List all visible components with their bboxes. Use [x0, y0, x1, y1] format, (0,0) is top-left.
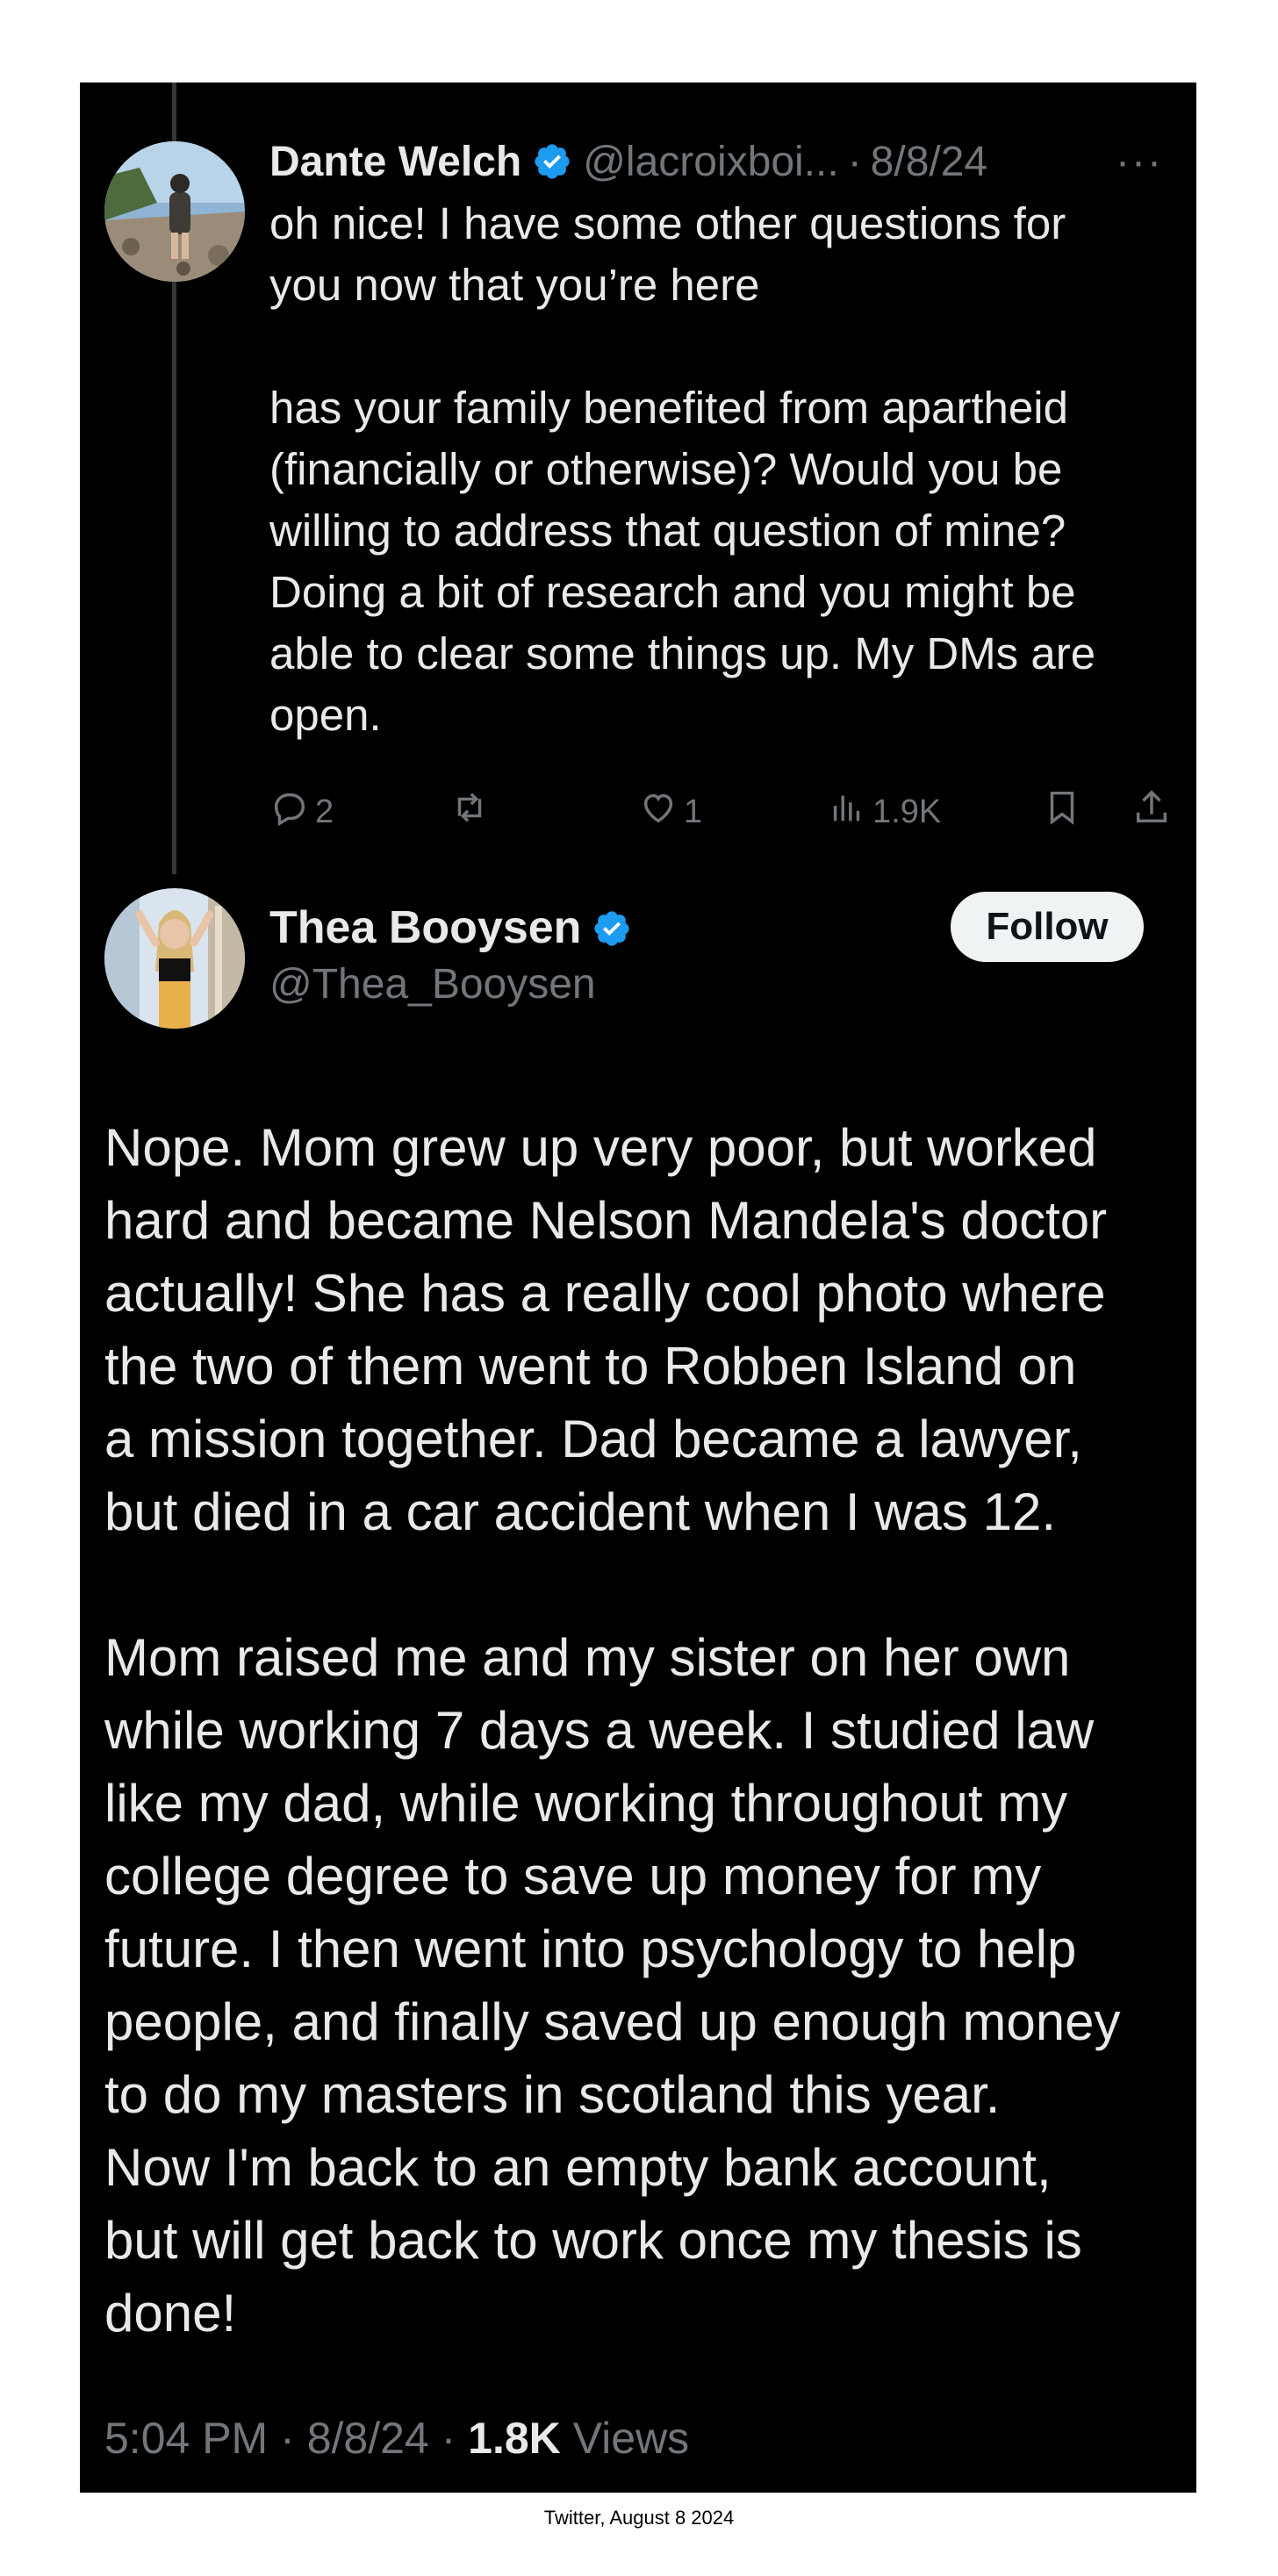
views-icon — [827, 787, 867, 836]
bookmark-icon — [1042, 787, 1082, 836]
header-separator: · — [847, 138, 862, 185]
verified-badge-icon — [592, 908, 632, 948]
reply-author-handle[interactable]: @lacroixboi... — [583, 138, 839, 186]
tweet-author-avatar[interactable] — [104, 888, 245, 1029]
tweet-views-count[interactable]: 1.8K — [468, 2414, 561, 2463]
tweet-date[interactable]: 8/8/24 — [307, 2414, 429, 2463]
tweet-meta: 5:04 PM · 8/8/24 · 1.8K Views — [104, 2413, 689, 2464]
follow-button[interactable]: Follow — [951, 892, 1144, 962]
image-caption: Twitter, August 8 2024 — [543, 2507, 735, 2529]
reply-author-avatar[interactable] — [104, 141, 245, 282]
repost-button[interactable] — [449, 787, 495, 836]
views-count: 1.9K — [872, 793, 942, 830]
reply-icon — [269, 787, 310, 836]
verified-badge-icon — [532, 141, 572, 182]
page: Dante Welch @lacroixboi... · 8/8/24 ··· … — [0, 0, 1278, 2576]
repost-icon — [449, 787, 490, 836]
tweet-author-handle[interactable]: @Thea_Booysen — [269, 960, 596, 1008]
reply-action-bar: 2 1 1.9K — [269, 779, 1174, 831]
meta-separator: · — [280, 2414, 295, 2463]
reply-button[interactable]: 2 — [269, 787, 334, 836]
tweet-author-row: Thea Booysen — [269, 899, 632, 957]
more-options-icon[interactable]: ··· — [1116, 138, 1174, 186]
reply-author-name[interactable]: Dante Welch — [269, 138, 521, 186]
reply-header: Dante Welch @lacroixboi... · 8/8/24 ··· — [269, 135, 1174, 188]
reply-date[interactable]: 8/8/24 — [871, 138, 987, 186]
like-icon — [638, 787, 678, 836]
meta-separator: · — [441, 2414, 456, 2463]
bookmark-button[interactable] — [1042, 787, 1082, 836]
reply-text: oh nice! I have some other questions for… — [269, 198, 1096, 740]
tweet-views-label: Views — [572, 2414, 690, 2463]
share-button[interactable] — [1131, 787, 1172, 836]
tweet-thread-card: Dante Welch @lacroixboi... · 8/8/24 ··· … — [80, 83, 1196, 2493]
views-button[interactable]: 1.9K — [827, 787, 941, 836]
reply-tweet: Dante Welch @lacroixboi... · 8/8/24 ··· … — [269, 135, 1174, 746]
tweet-author-name[interactable]: Thea Booysen — [269, 901, 581, 954]
tweet-time[interactable]: 5:04 PM — [104, 2414, 268, 2463]
like-count: 1 — [684, 793, 703, 830]
share-icon — [1131, 787, 1172, 836]
tweet-text: Nope. Mom grew up very poor, but worked … — [104, 1118, 1121, 2343]
reply-count: 2 — [315, 793, 334, 830]
like-button[interactable]: 1 — [638, 787, 702, 836]
